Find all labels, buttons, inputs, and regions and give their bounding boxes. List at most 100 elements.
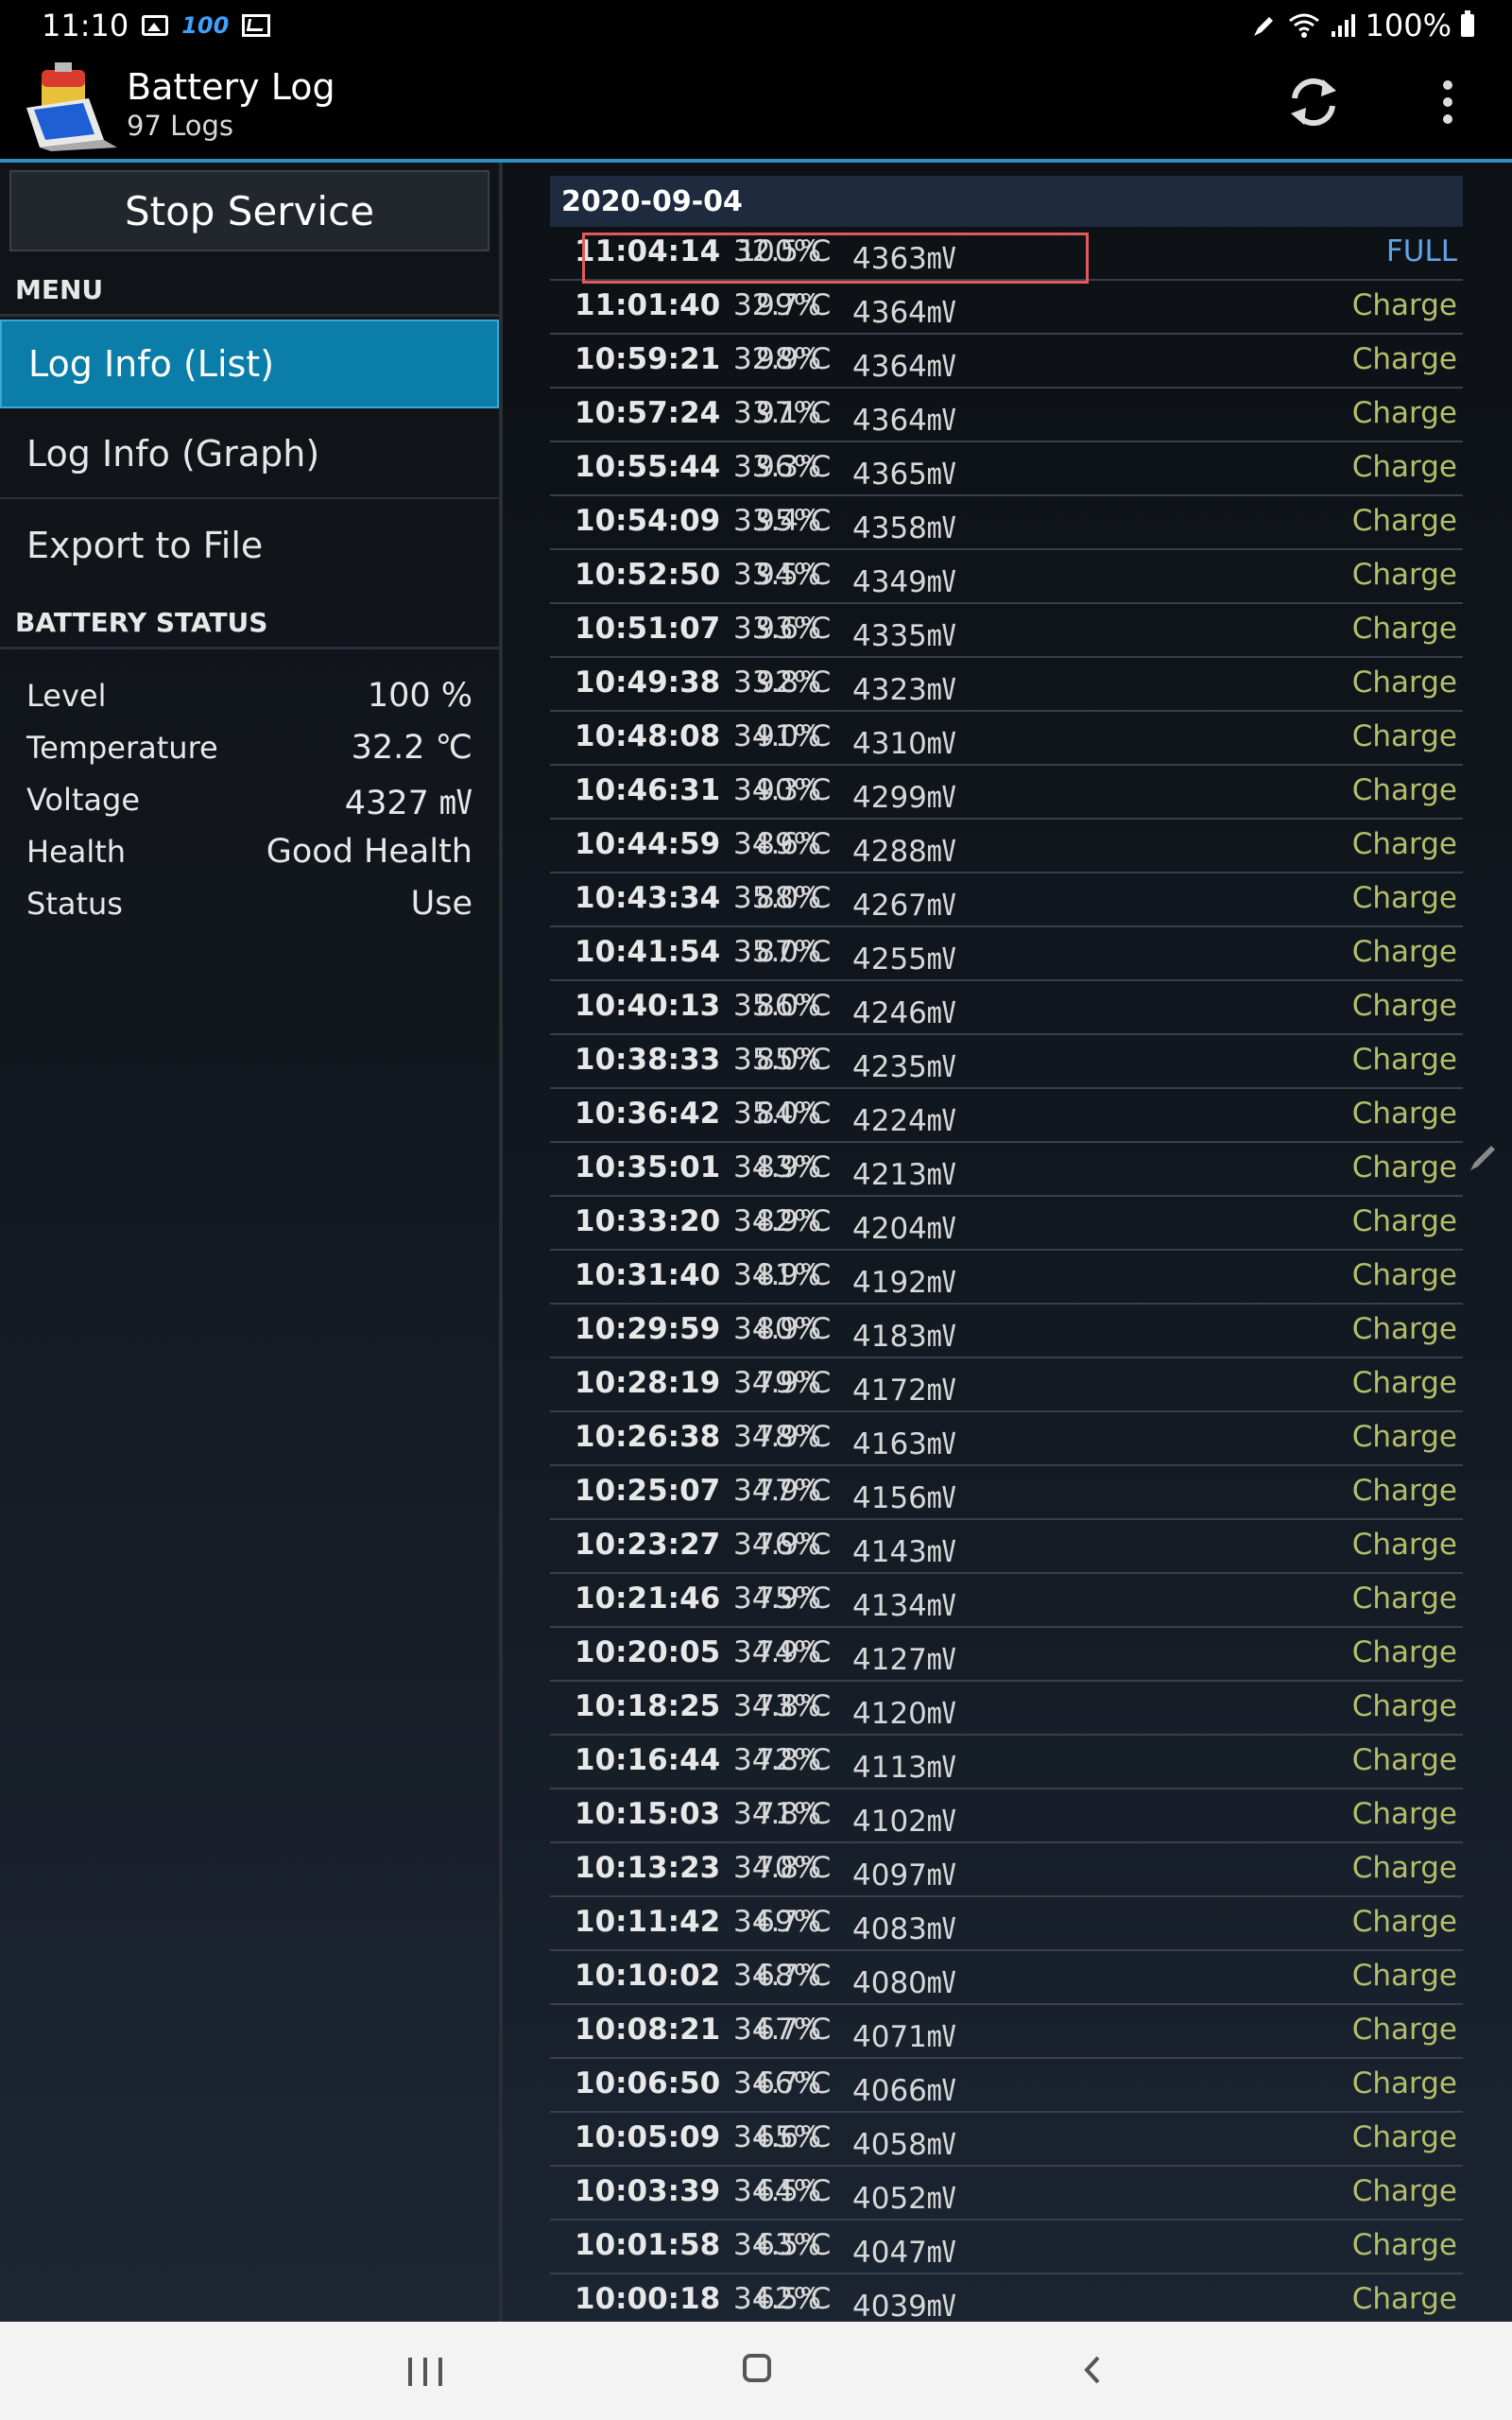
divider [0, 647, 499, 649]
log-time: 10:08:21 [575, 2013, 721, 2047]
log-time: 10:28:19 [575, 1366, 721, 1400]
log-row[interactable]: 10:48:08 91% 34.0℃ 4310㎷ Charge [550, 712, 1463, 766]
nav-recents-icon[interactable] [408, 2358, 442, 2386]
log-temperature: 34.8℃ [733, 1743, 832, 1777]
log-temperature: 33.4℃ [733, 504, 832, 538]
log-state: Charge [1351, 773, 1457, 807]
log-time: 10:13:23 [575, 1851, 721, 1885]
log-time: 10:38:33 [575, 1043, 721, 1077]
log-row[interactable]: 10:23:27 76% 34.9℃ 4143㎷ Charge [550, 1520, 1463, 1574]
status-label: Level [26, 678, 107, 714]
log-row[interactable]: 10:44:59 89% 34.6℃ 4288㎷ Charge [550, 820, 1463, 873]
log-row[interactable]: 10:54:09 95% 33.4℃ 4358㎷ Charge [550, 496, 1463, 550]
log-voltage: 4224㎷ [852, 1104, 956, 1138]
log-voltage: 4349㎷ [852, 565, 956, 599]
log-temperature: 34.3℃ [733, 773, 832, 807]
log-time: 10:46:31 [575, 773, 721, 807]
log-time: 10:05:09 [575, 2120, 721, 2154]
log-time: 10:25:07 [575, 1474, 721, 1508]
menu-item-log-list[interactable]: Log Info (List) [0, 320, 499, 408]
log-row[interactable]: 10:46:31 90% 34.3℃ 4299㎷ Charge [550, 766, 1463, 820]
log-time: 10:10:02 [575, 1959, 721, 1993]
log-row[interactable]: 10:43:34 88% 35.0℃ 4267㎷ Charge [550, 873, 1463, 927]
menu-item-export[interactable]: Export to File [0, 501, 499, 590]
log-voltage: 4267㎷ [852, 889, 956, 923]
nav-back-icon[interactable] [1077, 2354, 1109, 2386]
log-time: 10:11:42 [575, 1905, 721, 1939]
log-row[interactable]: 10:06:50 66% 34.7℃ 4066㎷ Charge [550, 2059, 1463, 2113]
log-row[interactable]: 10:10:02 68% 34.7℃ 4080㎷ Charge [550, 1951, 1463, 2005]
log-state: Charge [1351, 1582, 1457, 1616]
log-voltage: 4102㎷ [852, 1805, 956, 1839]
log-state: Charge [1351, 1635, 1457, 1669]
battery-status-header: BATTERY STATUS [15, 607, 268, 638]
log-voltage: 4310㎷ [852, 727, 956, 761]
log-voltage: 4120㎷ [852, 1697, 956, 1731]
log-state: Charge [1351, 450, 1457, 484]
log-row[interactable]: 10:59:21 98% 32.9℃ 4364㎷ Charge [550, 335, 1463, 389]
log-row[interactable]: 10:01:58 63% 34.5℃ 4047㎷ Charge [550, 2221, 1463, 2274]
log-temperature: 34.9℃ [733, 1150, 832, 1184]
log-row[interactable]: 10:25:07 77% 34.9℃ 4156㎷ Charge [550, 1466, 1463, 1520]
log-row[interactable]: 10:15:03 71% 34.8℃ 4102㎷ Charge [550, 1789, 1463, 1843]
log-voltage: 4047㎷ [852, 2236, 956, 2270]
log-row[interactable]: 10:11:42 69% 34.7℃ 4083㎷ Charge [550, 1897, 1463, 1951]
log-row[interactable]: 10:36:42 84% 35.0℃ 4224㎷ Charge [550, 1089, 1463, 1143]
log-row[interactable]: 10:57:24 97% 33.1℃ 4364㎷ Charge [550, 389, 1463, 442]
stop-service-button[interactable]: Stop Service [9, 170, 490, 251]
log-state: Charge [1351, 1689, 1457, 1723]
battery-icon [1461, 10, 1474, 37]
battery-percent: 100% [1365, 8, 1452, 43]
log-temperature: 34.5℃ [733, 2174, 832, 2208]
log-row[interactable]: 10:08:21 67% 34.7℃ 4071㎷ Charge [550, 2005, 1463, 2059]
log-row[interactable]: 10:49:38 92% 33.8℃ 4323㎷ Charge [550, 658, 1463, 712]
log-voltage: 4113㎷ [852, 1751, 956, 1785]
log-row[interactable]: 10:55:44 96% 33.3℃ 4365㎷ Charge [550, 442, 1463, 496]
log-voltage: 4134㎷ [852, 1589, 956, 1623]
log-time: 10:31:40 [575, 1258, 721, 1292]
log-row[interactable]: 10:33:20 82% 34.9℃ 4204㎷ Charge [550, 1197, 1463, 1251]
log-voltage: 4358㎷ [852, 511, 956, 545]
log-row[interactable]: 10:18:25 73% 34.8℃ 4120㎷ Charge [550, 1682, 1463, 1736]
log-time: 10:18:25 [575, 1689, 721, 1723]
refresh-icon[interactable] [1281, 70, 1346, 134]
log-voltage: 4235㎷ [852, 1050, 956, 1084]
menu-item-log-graph[interactable]: Log Info (Graph) [0, 410, 499, 499]
log-row[interactable]: 10:21:46 75% 34.9℃ 4134㎷ Charge [550, 1574, 1463, 1628]
status-value: Good Health [266, 833, 472, 871]
edit-icon[interactable] [1467, 1142, 1499, 1174]
log-state: Charge [1351, 881, 1457, 915]
log-time: 10:29:59 [575, 1312, 721, 1346]
status-indicator-100: 100 [181, 12, 230, 39]
log-row[interactable]: 10:40:13 86% 35.0℃ 4246㎷ Charge [550, 981, 1463, 1035]
log-time: 10:36:42 [575, 1097, 721, 1131]
log-temperature: 34.9℃ [733, 1258, 832, 1292]
log-row[interactable]: 10:03:39 64% 34.5℃ 4052㎷ Charge [550, 2167, 1463, 2221]
log-row[interactable]: 10:41:54 87% 35.0℃ 4255㎷ Charge [550, 927, 1463, 981]
log-row[interactable]: 10:20:05 74% 34.9℃ 4127㎷ Charge [550, 1628, 1463, 1682]
status-value: 100 % [367, 677, 472, 715]
more-vert-icon[interactable] [1416, 70, 1480, 134]
log-row[interactable]: 10:00:18 62% 34.5℃ 4039㎷ Charge [550, 2274, 1463, 2322]
highlight-box [582, 233, 1089, 284]
log-row[interactable]: 10:35:01 83% 34.9℃ 4213㎷ Charge [550, 1143, 1463, 1197]
status-value: 4327 ㎷ [344, 784, 472, 822]
log-voltage: 4364㎷ [852, 404, 956, 438]
log-row[interactable]: 10:38:33 85% 35.0℃ 4235㎷ Charge [550, 1035, 1463, 1089]
log-row[interactable]: 10:51:07 93% 33.6℃ 4335㎷ Charge [550, 604, 1463, 658]
log-temperature: 33.5℃ [733, 558, 832, 592]
log-state: Charge [1351, 1851, 1457, 1885]
log-row[interactable]: 10:29:59 80% 34.9℃ 4183㎷ Charge [550, 1305, 1463, 1358]
log-row[interactable]: 10:52:50 94% 33.5℃ 4349㎷ Charge [550, 550, 1463, 604]
log-row[interactable]: 10:28:19 79% 34.9℃ 4172㎷ Charge [550, 1358, 1463, 1412]
log-row[interactable]: 11:01:40 99% 32.7℃ 4364㎷ Charge [550, 281, 1463, 335]
nav-home-icon[interactable] [743, 2354, 771, 2382]
log-time: 10:51:07 [575, 612, 721, 646]
log-row[interactable]: 10:13:23 70% 34.8℃ 4097㎷ Charge [550, 1843, 1463, 1897]
log-row[interactable]: 10:26:38 78% 34.9℃ 4163㎷ Charge [550, 1412, 1463, 1466]
log-temperature: 34.6℃ [733, 827, 832, 861]
log-list-panel[interactable]: 2020-09-04 11:04:14 100% 32.5℃ 4363㎷ FULL 11:… [503, 163, 1512, 2322]
log-row[interactable]: 10:31:40 81% 34.9℃ 4192㎷ Charge [550, 1251, 1463, 1305]
log-row[interactable]: 10:16:44 72% 34.8℃ 4113㎷ Charge [550, 1736, 1463, 1789]
log-row[interactable]: 10:05:09 65% 34.6℃ 4058㎷ Charge [550, 2113, 1463, 2167]
